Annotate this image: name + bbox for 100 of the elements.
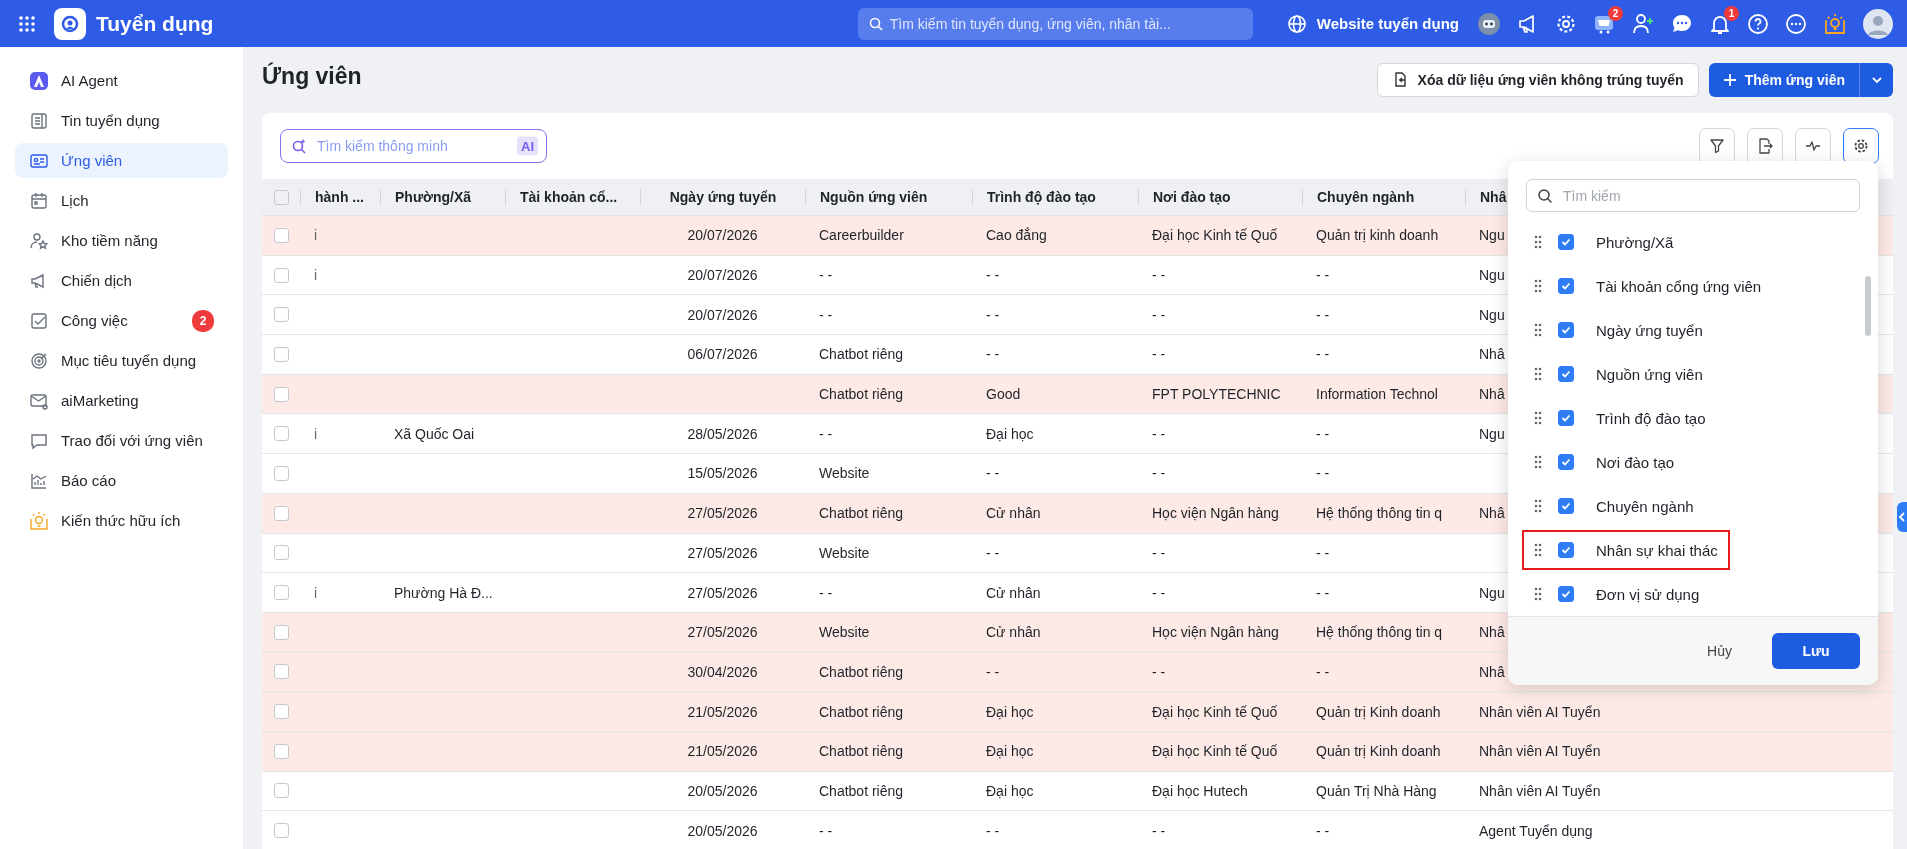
row-checkbox[interactable] <box>273 743 289 759</box>
sidebar-item[interactable]: Kho tiềm năng <box>15 223 228 258</box>
column-header[interactable]: Trình độ đào tạo <box>987 189 1096 205</box>
table-cell: - - <box>819 267 833 284</box>
chat-icon[interactable] <box>1671 12 1693 35</box>
filter-button[interactable] <box>1699 128 1735 164</box>
sidebar-item[interactable]: Ứng viên <box>15 143 228 178</box>
sidebar-item[interactable]: Công việc 2 <box>15 303 228 338</box>
column-header[interactable]: Ngày ứng tuyển <box>669 189 777 205</box>
activity-button[interactable] <box>1795 128 1831 164</box>
row-checkbox[interactable] <box>273 783 289 799</box>
drag-handle-icon[interactable] <box>1534 499 1542 513</box>
sidebar-item[interactable]: aiMarketing <box>15 383 228 418</box>
column-checkbox[interactable] <box>1558 322 1574 338</box>
drag-handle-icon[interactable] <box>1534 455 1542 469</box>
app-grid-icon[interactable] <box>18 14 36 33</box>
table-cell: - - <box>986 465 1000 482</box>
row-checkbox[interactable] <box>273 704 289 720</box>
row-checkbox[interactable] <box>273 585 289 601</box>
column-checkbox[interactable] <box>1558 410 1574 426</box>
sidebar-item[interactable]: AI Agent <box>15 63 228 98</box>
sidebar-item[interactable]: Mục tiêu tuyển dụng <box>15 343 228 378</box>
row-checkbox[interactable] <box>273 307 289 323</box>
table-cell: - - <box>819 584 833 601</box>
sidebar-item[interactable]: Lịch <box>15 183 228 218</box>
website-link[interactable]: Website tuyển dụng <box>1286 13 1459 34</box>
column-header[interactable]: Nhâ <box>1480 189 1507 205</box>
table-row[interactable]: 21/05/2026 Chatbot riêng Đại học Đại học Kinh tế Quố Quản trị Kinh doanh Nhân viên AI Tuyển <box>262 692 1893 732</box>
table-cell: Nhâ <box>1479 386 1505 403</box>
column-header[interactable]: Nơi đào tạo <box>1153 189 1231 205</box>
sidebar-item[interactable]: Chiến dịch <box>15 263 228 298</box>
row-checkbox[interactable] <box>273 227 289 243</box>
panel-toggle-handle[interactable] <box>1897 502 1907 532</box>
robot-avatar-icon[interactable] <box>1477 11 1501 36</box>
row-checkbox[interactable] <box>273 823 289 839</box>
clear-data-button[interactable]: Xóa dữ liệu ứng viên không trúng tuyển <box>1376 63 1699 97</box>
table-cell: Website <box>819 624 870 641</box>
drag-handle-icon[interactable] <box>1534 279 1542 293</box>
table-cell: - - <box>1152 822 1166 839</box>
row-checkbox[interactable] <box>273 505 289 521</box>
column-option[interactable]: Nhân sự khai thác <box>1522 530 1730 570</box>
checkmark-icon <box>1560 236 1572 248</box>
row-checkbox[interactable] <box>273 465 289 481</box>
row-checkbox[interactable] <box>273 267 289 283</box>
check-icon <box>29 310 49 331</box>
column-checkbox[interactable] <box>1558 366 1574 382</box>
help-icon[interactable] <box>1747 12 1769 35</box>
column-option[interactable]: Đơn vị sử dụng <box>1522 574 1722 614</box>
settings-button[interactable] <box>1843 128 1879 164</box>
row-checkbox[interactable] <box>273 545 289 561</box>
column-checkbox[interactable] <box>1558 498 1574 514</box>
sidebar-item[interactable]: Báo cáo <box>15 463 228 498</box>
table-cell: - - <box>819 306 833 323</box>
drag-handle-icon[interactable] <box>1534 367 1542 381</box>
sidebar-item[interactable]: Trao đổi với ứng viên <box>15 423 228 458</box>
checkmark-icon <box>1560 500 1572 512</box>
row-checkbox[interactable] <box>273 346 289 362</box>
select-all-checkbox[interactable] <box>273 189 289 205</box>
checkmark-icon <box>1560 324 1572 336</box>
save-button[interactable]: Lưu <box>1772 633 1860 669</box>
drag-handle-icon[interactable] <box>1534 587 1542 601</box>
row-checkbox[interactable] <box>273 624 289 640</box>
column-header[interactable]: Tài khoản cổ... <box>520 189 618 205</box>
user-avatar-icon[interactable] <box>1863 8 1893 39</box>
dropdown-button[interactable] <box>1859 63 1893 97</box>
more-icon[interactable] <box>1785 12 1807 35</box>
add-user-icon[interactable] <box>1631 11 1655 36</box>
lightbulb-icon[interactable] <box>1823 11 1847 36</box>
column-checkbox[interactable] <box>1558 454 1574 470</box>
add-candidate-button[interactable]: Thêm ứng viên <box>1708 63 1859 97</box>
drag-handle-icon[interactable] <box>1534 323 1542 337</box>
column-checkbox[interactable] <box>1558 542 1574 558</box>
column-checkbox[interactable] <box>1558 278 1574 294</box>
row-checkbox[interactable] <box>273 386 289 402</box>
column-header[interactable]: Phường/Xã <box>395 189 472 205</box>
table-cell: - - <box>986 544 1000 561</box>
row-checkbox[interactable] <box>273 426 289 442</box>
column-header[interactable]: Chuyên ngành <box>1317 189 1415 205</box>
scrollbar-thumb[interactable] <box>1865 276 1871 336</box>
table-cell: 20/05/2026 <box>687 782 758 799</box>
checkmark-icon <box>1560 544 1572 556</box>
export-button[interactable] <box>1747 128 1783 164</box>
table-row[interactable]: 21/05/2026 Chatbot riêng Đại học Đại học Kinh tế Quố Quản trị Kinh doanh Nhân viên AI Tuyển <box>262 731 1893 772</box>
table-cell: Website <box>819 465 870 482</box>
drag-handle-icon[interactable] <box>1534 543 1542 557</box>
sidebar-item[interactable]: Kiến thức hữu ích <box>15 503 228 538</box>
table-cell: Chatbot riêng <box>819 346 904 363</box>
column-header[interactable]: hành ... <box>315 189 364 205</box>
column-header[interactable]: Nguồn ứng viên <box>820 189 928 205</box>
table-cell: - - <box>1152 267 1166 284</box>
table-cell: - - <box>986 663 1000 680</box>
column-search-field[interactable]: Tìm kiếm <box>1526 179 1860 212</box>
table-cell: - - <box>1152 346 1166 363</box>
row-checkbox[interactable] <box>273 664 289 680</box>
drag-handle-icon[interactable] <box>1534 411 1542 425</box>
sidebar-item[interactable]: Tin tuyển dụng <box>15 103 228 138</box>
column-checkbox[interactable] <box>1558 586 1574 602</box>
table-cell: Hệ thống thông tin q <box>1316 624 1443 641</box>
column-checkbox[interactable] <box>1558 234 1574 250</box>
drag-handle-icon[interactable] <box>1534 235 1542 249</box>
